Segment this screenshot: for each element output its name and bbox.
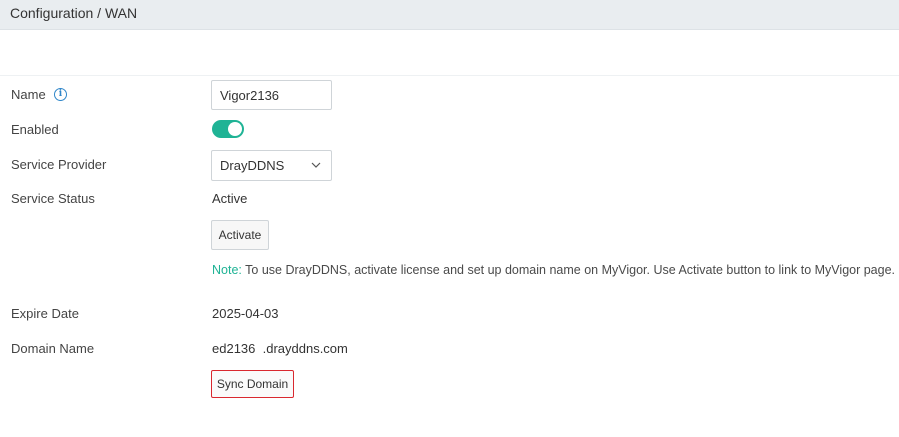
info-icon[interactable]: i: [54, 88, 67, 101]
name-label: Name: [11, 87, 46, 102]
note-prefix: Note:: [212, 263, 242, 277]
domain-name-value: ed2136 .drayddns.com: [212, 341, 348, 356]
service-status-label: Service Status: [11, 191, 95, 206]
enabled-toggle[interactable]: [212, 120, 244, 138]
service-provider-label: Service Provider: [11, 157, 107, 172]
sub-toolbar: [0, 30, 899, 76]
top-bar: Configuration / WAN: [0, 0, 899, 30]
expire-date-value: 2025-04-03: [212, 306, 279, 321]
note-body: To use DrayDDNS, activate license and se…: [241, 263, 896, 277]
domain-name-label: Domain Name: [11, 341, 95, 356]
chevron-down-icon: [311, 162, 321, 168]
service-status-value: Active: [212, 191, 248, 206]
name-input[interactable]: [211, 80, 332, 110]
activate-button[interactable]: Activate: [211, 220, 269, 250]
service-provider-select[interactable]: DrayDDNS: [211, 150, 332, 181]
breadcrumb: Configuration / WAN: [10, 5, 138, 21]
enabled-label: Enabled: [11, 122, 59, 137]
sync-domain-button[interactable]: Sync Domain: [211, 370, 294, 398]
service-provider-value: DrayDDNS: [220, 158, 285, 173]
note-text: Note: To use DrayDDNS, activate license …: [212, 263, 895, 277]
toggle-knob: [228, 122, 242, 136]
expire-date-label: Expire Date: [11, 306, 79, 321]
